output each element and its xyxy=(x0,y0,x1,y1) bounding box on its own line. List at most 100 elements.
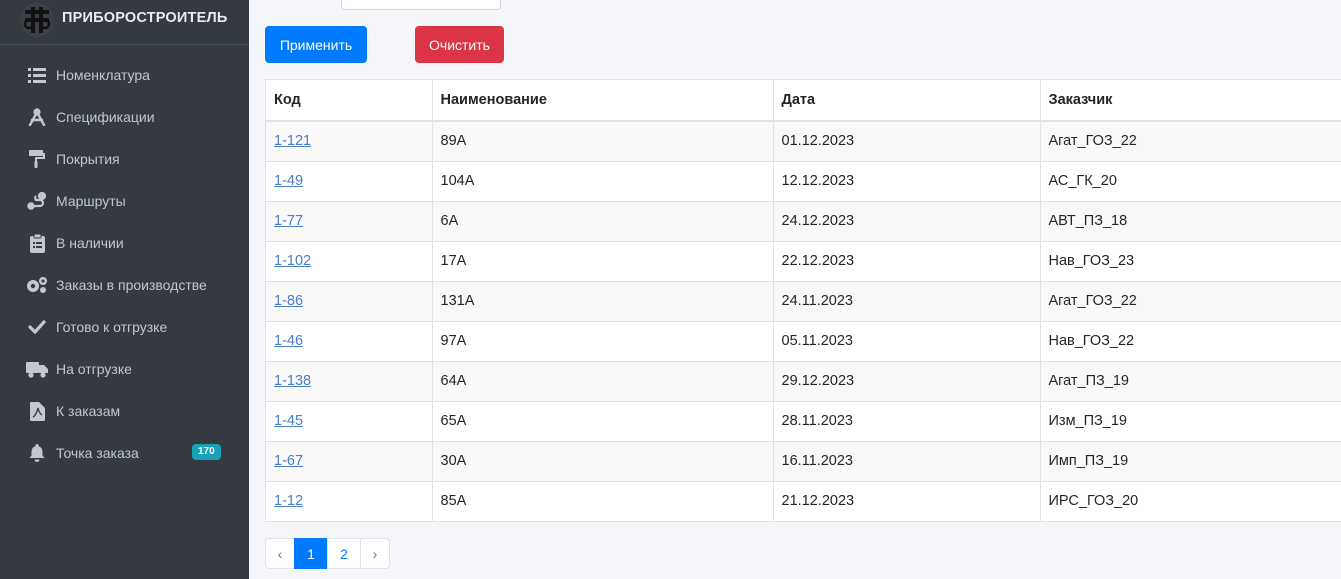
table-header-row: Код Наименование Дата Заказчик xyxy=(266,80,1341,122)
pagination-next-button[interactable]: › xyxy=(360,538,390,569)
cell-code: 1-67 xyxy=(266,441,433,482)
code-link[interactable]: 1-121 xyxy=(274,133,311,149)
pagination-page-2[interactable]: 2 xyxy=(327,538,361,569)
code-link[interactable]: 1-67 xyxy=(274,453,303,469)
pagination-prev-button[interactable]: ‹ xyxy=(265,538,295,569)
route-icon xyxy=(25,191,49,211)
sidebar-item-label: Заказы в производстве xyxy=(56,277,207,293)
sidebar-item-coatings[interactable]: Покрытия xyxy=(0,138,249,180)
compass-icon xyxy=(25,107,49,127)
code-link[interactable]: 1-45 xyxy=(274,413,303,429)
cell-date: 05.11.2023 xyxy=(773,321,1041,362)
sidebar-item-nomenclature[interactable]: Номенклатура xyxy=(0,54,249,96)
orders-table: Код Наименование Дата Заказчик 1-121 89А 0… xyxy=(266,80,1341,522)
code-link[interactable]: 1-138 xyxy=(274,373,311,389)
main-content: Применить Очистить Код Наименование Дата… xyxy=(249,0,1341,579)
code-link[interactable]: 1-102 xyxy=(274,253,311,269)
clipboard-icon xyxy=(25,233,49,253)
cell-customer: АС_ГК_20 xyxy=(1040,161,1341,202)
sidebar-item-label: В наличии xyxy=(56,235,124,251)
cell-customer: Изм_ПЗ_19 xyxy=(1040,401,1341,442)
cell-date: 29.12.2023 xyxy=(773,361,1041,402)
code-link[interactable]: 1-46 xyxy=(274,333,303,349)
cell-name: 65А xyxy=(432,401,774,442)
cell-name: 85А xyxy=(432,481,774,522)
cell-name: 6А xyxy=(432,201,774,242)
orders-table-container: Код Наименование Дата Заказчик 1-121 89А 0… xyxy=(265,79,1341,522)
cell-customer: Нав_ГОЗ_23 xyxy=(1040,241,1341,282)
sidebar-item-ready-to-ship[interactable]: Готово к отгрузке xyxy=(0,306,249,348)
cell-name: 64А xyxy=(432,361,774,402)
sidebar-item-shipping[interactable]: На отгрузке xyxy=(0,348,249,390)
code-link[interactable]: 1-86 xyxy=(274,293,303,309)
bell-icon xyxy=(25,443,49,463)
cell-code: 1-86 xyxy=(266,281,433,322)
cell-code: 1-77 xyxy=(266,201,433,242)
sidebar-item-label: Покрытия xyxy=(56,151,120,167)
cell-name: 17А xyxy=(432,241,774,282)
cell-code: 1-49 xyxy=(266,161,433,202)
cell-name: 131А xyxy=(432,281,774,322)
sidebar-item-label: Маршруты xyxy=(56,193,126,209)
cell-code: 1-12 xyxy=(266,481,433,522)
sidebar-item-orders-in-production[interactable]: Заказы в производстве xyxy=(0,264,249,306)
cell-code: 1-121 xyxy=(266,121,433,162)
column-header-code[interactable]: Код xyxy=(266,80,433,122)
cell-date: 01.12.2023 xyxy=(773,121,1041,162)
sidebar-item-routes[interactable]: Маршруты xyxy=(0,180,249,222)
table-row: 1-45 65А 28.11.2023 Изм_ПЗ_19 xyxy=(266,401,1341,442)
sidebar-item-label: Готово к отгрузке xyxy=(56,319,168,335)
list-icon xyxy=(25,65,49,85)
cell-customer: ИРС_ГОЗ_20 xyxy=(1040,481,1341,522)
column-header-name[interactable]: Наименование xyxy=(432,80,774,122)
sidebar-item-specifications[interactable]: Спецификации xyxy=(0,96,249,138)
table-row: 1-46 97А 05.11.2023 Нав_ГОЗ_22 xyxy=(266,321,1341,362)
paint-roller-icon xyxy=(25,149,49,169)
apply-button[interactable]: Применить xyxy=(265,26,367,63)
table-row: 1-102 17А 22.12.2023 Нав_ГОЗ_23 xyxy=(266,241,1341,282)
clear-button[interactable]: Очистить xyxy=(415,26,504,63)
sidebar-item-label: К заказам xyxy=(56,403,121,419)
sidebar-item-in-stock[interactable]: В наличии xyxy=(0,222,249,264)
check-icon xyxy=(25,317,49,337)
cell-name: 97А xyxy=(432,321,774,362)
code-link[interactable]: 1-12 xyxy=(274,493,303,509)
cell-code: 1-102 xyxy=(266,241,433,282)
sidebar: ПРИБОРОСТРОИТЕЛЬ Номенклатура Спецификац… xyxy=(0,0,249,579)
pagination-page-1[interactable]: 1 xyxy=(294,538,328,569)
pagination: ‹ 1 2 › xyxy=(265,538,390,569)
code-link[interactable]: 1-77 xyxy=(274,213,303,229)
sidebar-nav: Номенклатура Спецификации Покрытия Маршр… xyxy=(0,45,249,474)
cell-customer: Агат_ПЗ_19 xyxy=(1040,361,1341,402)
sidebar-item-label: Номенклатура xyxy=(56,67,150,83)
cell-customer: Нав_ГОЗ_22 xyxy=(1040,321,1341,362)
table-row: 1-86 131А 24.11.2023 Агат_ГОЗ_22 xyxy=(266,281,1341,322)
cogs-icon xyxy=(25,275,49,295)
cell-name: 104А xyxy=(432,161,774,202)
cell-customer: Агат_ГОЗ_22 xyxy=(1040,121,1341,162)
cell-customer: АВТ_ПЗ_18 xyxy=(1040,201,1341,242)
sidebar-item-to-orders[interactable]: К заказам xyxy=(0,390,249,432)
filter-input[interactable] xyxy=(341,0,501,10)
sidebar-item-label: Спецификации xyxy=(56,109,155,125)
sidebar-item-order-point[interactable]: Точка заказа 170 xyxy=(0,432,249,474)
table-row: 1-121 89А 01.12.2023 Агат_ГОЗ_22 xyxy=(266,121,1341,162)
table-row: 1-77 6А 24.12.2023 АВТ_ПЗ_18 xyxy=(266,201,1341,242)
cell-customer: Имп_ПЗ_19 xyxy=(1040,441,1341,482)
cell-date: 21.12.2023 xyxy=(773,481,1041,522)
column-header-date[interactable]: Дата xyxy=(773,80,1041,122)
table-row: 1-49 104А 12.12.2023 АС_ГК_20 xyxy=(266,161,1341,202)
cell-date: 24.12.2023 xyxy=(773,201,1041,242)
table-row: 1-138 64А 29.12.2023 Агат_ПЗ_19 xyxy=(266,361,1341,402)
sidebar-item-label: Точка заказа xyxy=(56,445,139,461)
table-row: 1-12 85А 21.12.2023 ИРС_ГОЗ_20 xyxy=(266,481,1341,522)
truck-icon xyxy=(25,359,49,379)
file-icon xyxy=(25,401,49,421)
order-point-badge: 170 xyxy=(192,444,221,460)
cell-date: 12.12.2023 xyxy=(773,161,1041,202)
code-link[interactable]: 1-49 xyxy=(274,173,303,189)
cell-name: 89А xyxy=(432,121,774,162)
brand[interactable]: ПРИБОРОСТРОИТЕЛЬ xyxy=(0,0,249,45)
cell-code: 1-46 xyxy=(266,321,433,362)
column-header-customer[interactable]: Заказчик xyxy=(1040,80,1341,122)
